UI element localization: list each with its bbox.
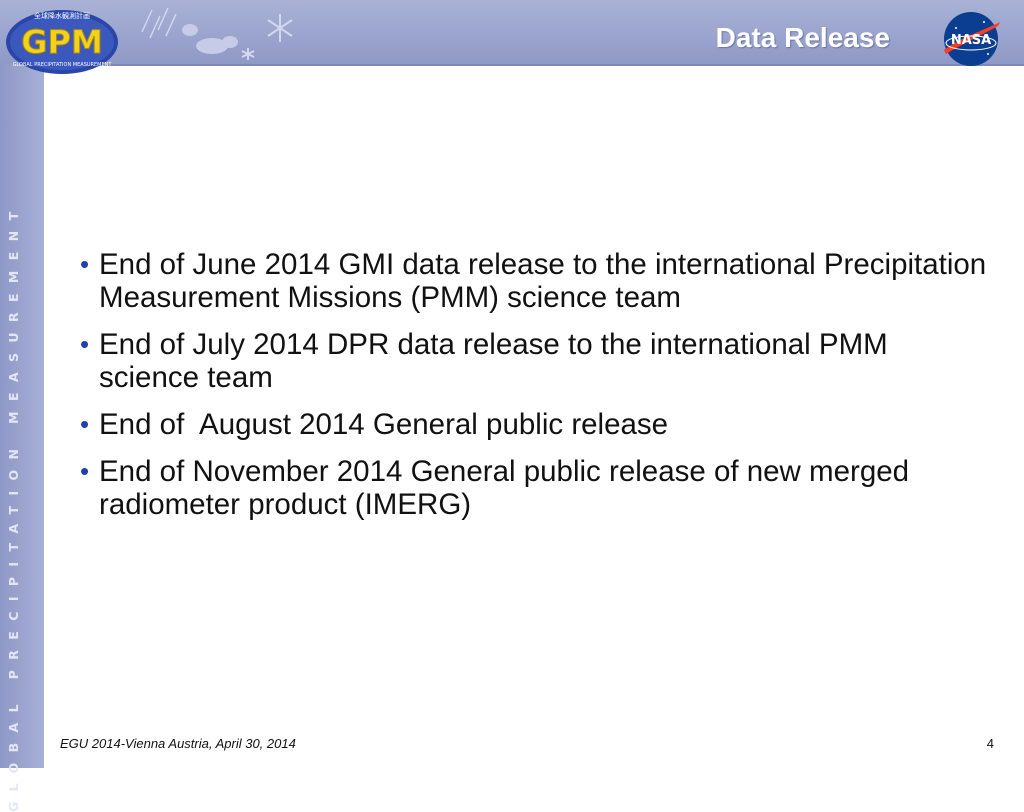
bullet-text: End of June 2014 GMI data release to the… <box>99 248 987 314</box>
bullet-marker: • <box>80 409 90 439</box>
bullet-marker: • <box>80 456 90 486</box>
weather-decoration-icon <box>141 7 293 60</box>
bullet-text: End of August 2014 General public releas… <box>99 408 669 441</box>
footer-text: EGU 2014-Vienna Austria, April 30, 2014 <box>60 736 296 751</box>
bullet-item: • End of August 2014 General public rele… <box>78 408 988 441</box>
bullet-marker: • <box>80 249 90 279</box>
gpm-logo-top-text: 全球降水観測計画 <box>34 11 90 20</box>
bullet-marker: • <box>80 329 90 359</box>
gpm-logo: 全球降水観測計画 GPM GLOBAL PRECIPITATION MEASUR… <box>6 10 118 74</box>
header-divider <box>0 64 1024 66</box>
side-vertical-text: GLOBAL PRECIPITATION MEASUREMENT <box>6 201 21 812</box>
nasa-logo: NASA <box>944 12 1000 66</box>
gpm-logo-text: GPM <box>21 23 103 61</box>
page-number: 4 <box>986 736 994 751</box>
slide-title: Data Release <box>715 22 890 53</box>
side-band: GLOBAL PRECIPITATION MEASUREMENT <box>0 64 44 812</box>
nasa-logo-text: NASA <box>951 33 991 48</box>
bullet-list: • End of June 2014 GMI data release to t… <box>78 248 988 535</box>
bullet-text: End of November 2014 General public rele… <box>99 455 910 521</box>
gpm-logo-subtext: GLOBAL PRECIPITATION MEASUREMENT <box>13 62 113 68</box>
bullet-item: • End of July 2014 DPR data release to t… <box>78 328 988 394</box>
bullet-text: End of July 2014 DPR data release to the… <box>99 328 888 394</box>
bullet-item: • End of June 2014 GMI data release to t… <box>78 248 988 314</box>
bullet-item: • End of November 2014 General public re… <box>78 455 988 521</box>
